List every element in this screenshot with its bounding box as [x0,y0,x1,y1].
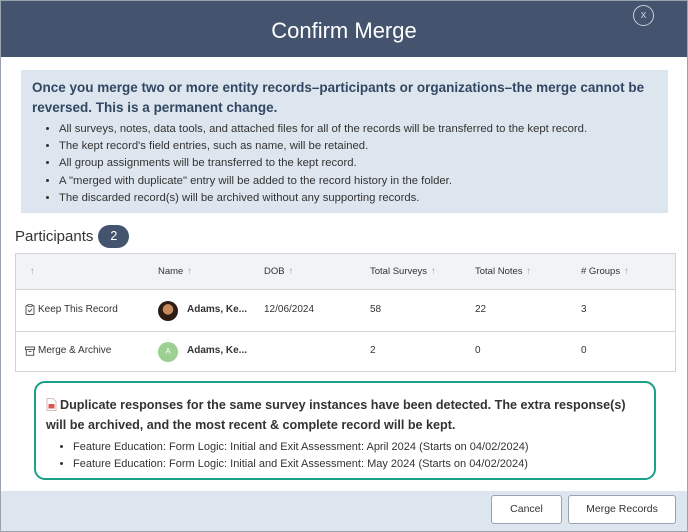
duplicate-item: Feature Education: Form Logic: Initial a… [73,439,646,456]
dob-value: 12/06/2024 [264,304,315,315]
table-header: ↑ Name ↑ DOB ↑ Total Surveys ↑ Total Notes ↑… [16,254,675,290]
cancel-button[interactable]: Cancel [491,495,562,524]
total-notes-value: 0 [475,345,481,356]
merge-and-archive-action[interactable]: Merge & Archive [25,345,111,356]
participants-table: ↑ Name ↑ DOB ↑ Total Surveys ↑ Total Notes ↑… [15,253,676,372]
warning-item: The discarded record(s) will be archived… [59,190,658,207]
action-column-sort[interactable]: ↑ [30,266,35,277]
groups-value: 3 [581,304,587,315]
table-row: Keep This Record Adams, Ke... 12/06/2024… [16,291,675,332]
column-header-total-surveys[interactable]: Total Surveys ↑ [370,266,436,277]
column-header-dob[interactable]: DOB ↑ [264,266,293,277]
avatar: A [158,342,178,362]
duplicate-responses-notice: Duplicate responses for the same survey … [34,381,656,480]
column-header-name[interactable]: Name ↑ [158,266,192,277]
warning-item: A "merged with duplicate" entry will be … [59,173,658,190]
duplicate-notice-text: Duplicate responses for the same survey … [46,398,626,432]
action-label: Merge & Archive [38,345,112,356]
sort-arrow-icon: ↑ [624,266,629,277]
document-warning-icon [46,398,57,411]
keep-this-record-action[interactable]: Keep This Record [25,304,118,315]
dialog-header: Confirm Merge x [1,1,687,57]
warning-list: All surveys, notes, data tools, and atta… [32,121,658,207]
participant-name[interactable]: Adams, Ke... [187,304,247,315]
confirm-merge-dialog: Confirm Merge x Once you merge two or mo… [0,0,688,532]
merge-warning-panel: Once you merge two or more entity record… [21,70,668,213]
sort-arrow-icon: ↑ [526,266,532,277]
sort-arrow-icon: ↑ [187,266,193,277]
warning-item: All group assignments will be transferre… [59,155,658,172]
avatar [158,301,178,321]
participant-name[interactable]: Adams, Ke... [187,345,247,356]
participants-label: Participants [15,227,94,245]
groups-value: 0 [581,345,587,356]
merge-records-button[interactable]: Merge Records [568,495,676,524]
warning-item: The kept record's field entries, such as… [59,138,658,155]
participants-count-badge: 2 [98,224,130,248]
dialog-footer: Cancel Merge Records [1,491,687,531]
action-label: Keep This Record [38,304,118,315]
duplicate-list: Feature Education: Form Logic: Initial a… [46,439,646,473]
column-header-groups[interactable]: # Groups ↑ [581,266,629,277]
warning-headline: Once you merge two or more entity record… [32,80,645,115]
total-notes-value: 22 [475,304,487,315]
warning-item: All surveys, notes, data tools, and atta… [59,121,658,138]
archive-box-icon [25,346,35,356]
sort-arrow-icon: ↑ [431,266,436,277]
duplicate-item: Feature Education: Form Logic: Initial a… [73,456,646,473]
sort-arrow-icon: ↑ [288,266,294,277]
table-row: Merge & Archive A Adams, Ke... 2 0 0 [16,332,675,373]
dialog-title: Confirm Merge [271,18,417,43]
participants-heading: Participants 2 [15,224,130,248]
total-surveys-value: 58 [370,304,382,315]
close-button[interactable]: x [633,5,654,26]
total-surveys-value: 2 [370,345,376,356]
column-header-total-notes[interactable]: Total Notes ↑ [475,266,531,277]
clipboard-check-icon [25,304,35,315]
